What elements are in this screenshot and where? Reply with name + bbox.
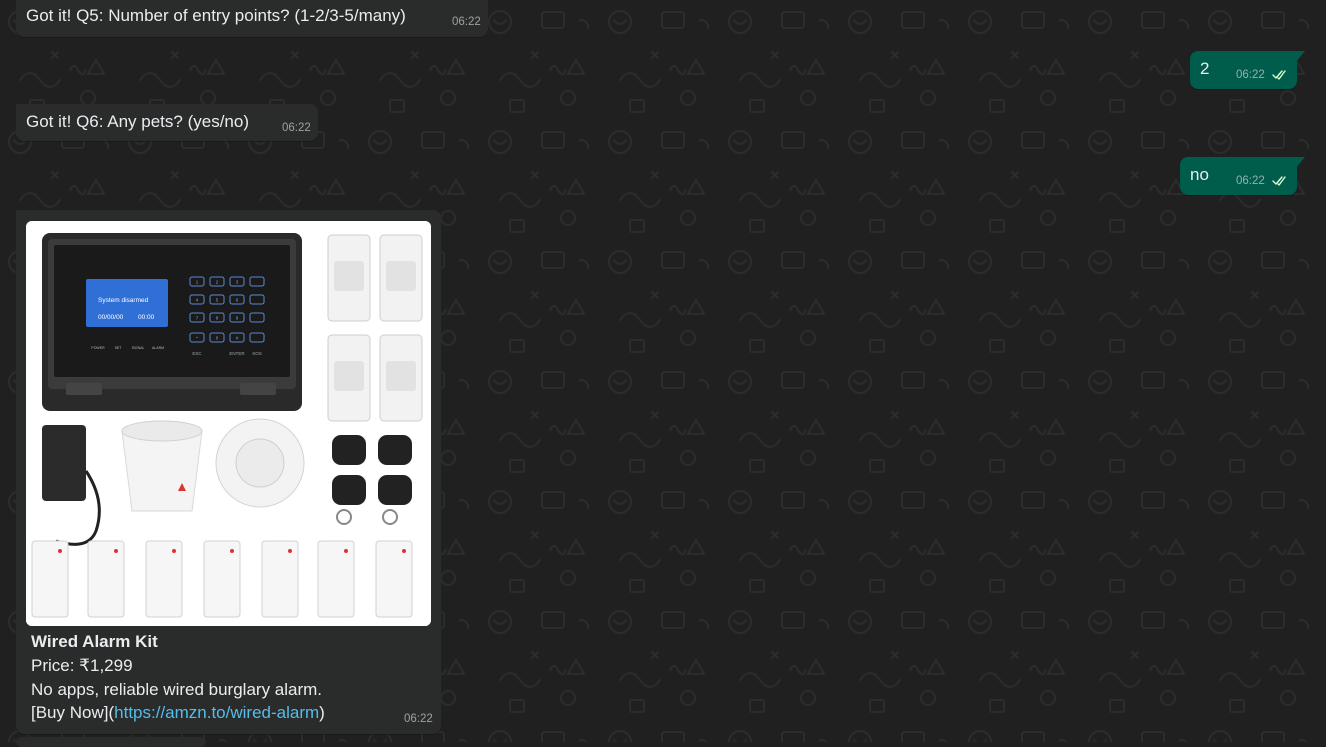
double-check-read-icon: [1272, 70, 1286, 80]
message-time: 06:22: [452, 16, 481, 28]
buy-now-suffix: ): [319, 703, 325, 722]
message-text: no: [1190, 165, 1209, 184]
message-time: 06:22: [282, 122, 311, 134]
incoming-message-q6[interactable]: Got it! Q6: Any pets? (yes/no) 06:22: [16, 104, 318, 141]
bubble-tail: [1295, 157, 1305, 169]
product-title: Wired Alarm Kit: [31, 632, 158, 651]
panel-date-text: 00/00/00: [98, 314, 124, 321]
buy-now-line: [Buy Now](https://amzn.to/wired-alarm): [31, 702, 325, 724]
keypad-key: *: [196, 336, 198, 341]
keypad-sos-key: SOS: [252, 351, 262, 356]
panel-status-text: System disarmed: [98, 297, 149, 304]
product-description: No apps, reliable wired burglary alarm.: [31, 680, 323, 699]
product-price: Price: ₹1,299: [31, 656, 133, 675]
message-text: Got it! Q6: Any pets? (yes/no): [26, 112, 249, 131]
message-time: 06:22: [404, 713, 433, 725]
next-message-peek: [16, 737, 206, 747]
incoming-message-q5[interactable]: Got it! Q5: Number of entry points? (1-2…: [16, 0, 488, 37]
panel-label: SIGNAL: [132, 346, 145, 350]
panel-label: SET: [115, 346, 123, 350]
keypad-esc-key: ESC: [192, 351, 202, 356]
alarm-kit-illustration: System disarmed 00/00/00 00:00 1 2 3 4 5…: [26, 221, 431, 626]
product-image[interactable]: System disarmed 00/00/00 00:00 1 2 3 4 5…: [26, 221, 431, 626]
product-card-message[interactable]: System disarmed 00/00/00 00:00 1 2 3 4 5…: [16, 210, 441, 734]
outgoing-message-2[interactable]: 2 06:22: [1190, 51, 1305, 89]
message-text: Got it! Q5: Number of entry points? (1-2…: [26, 6, 406, 25]
panel-clock-text: 00:00: [138, 314, 155, 321]
message-text: 2: [1200, 59, 1210, 78]
double-check-read-icon: [1272, 176, 1286, 186]
message-time: 06:22: [1236, 175, 1265, 187]
buy-now-prefix: [Buy Now](: [31, 703, 115, 722]
buy-now-link[interactable]: https://amzn.to/wired-alarm: [114, 703, 319, 722]
outgoing-message-no[interactable]: no 06:22: [1180, 157, 1305, 195]
keypad-enter-key: ENTER: [229, 351, 245, 356]
panel-label: ALARM: [152, 346, 164, 350]
bubble-tail: [1295, 51, 1305, 63]
message-time: 06:22: [1236, 69, 1265, 81]
panel-label: POWER: [91, 346, 105, 350]
